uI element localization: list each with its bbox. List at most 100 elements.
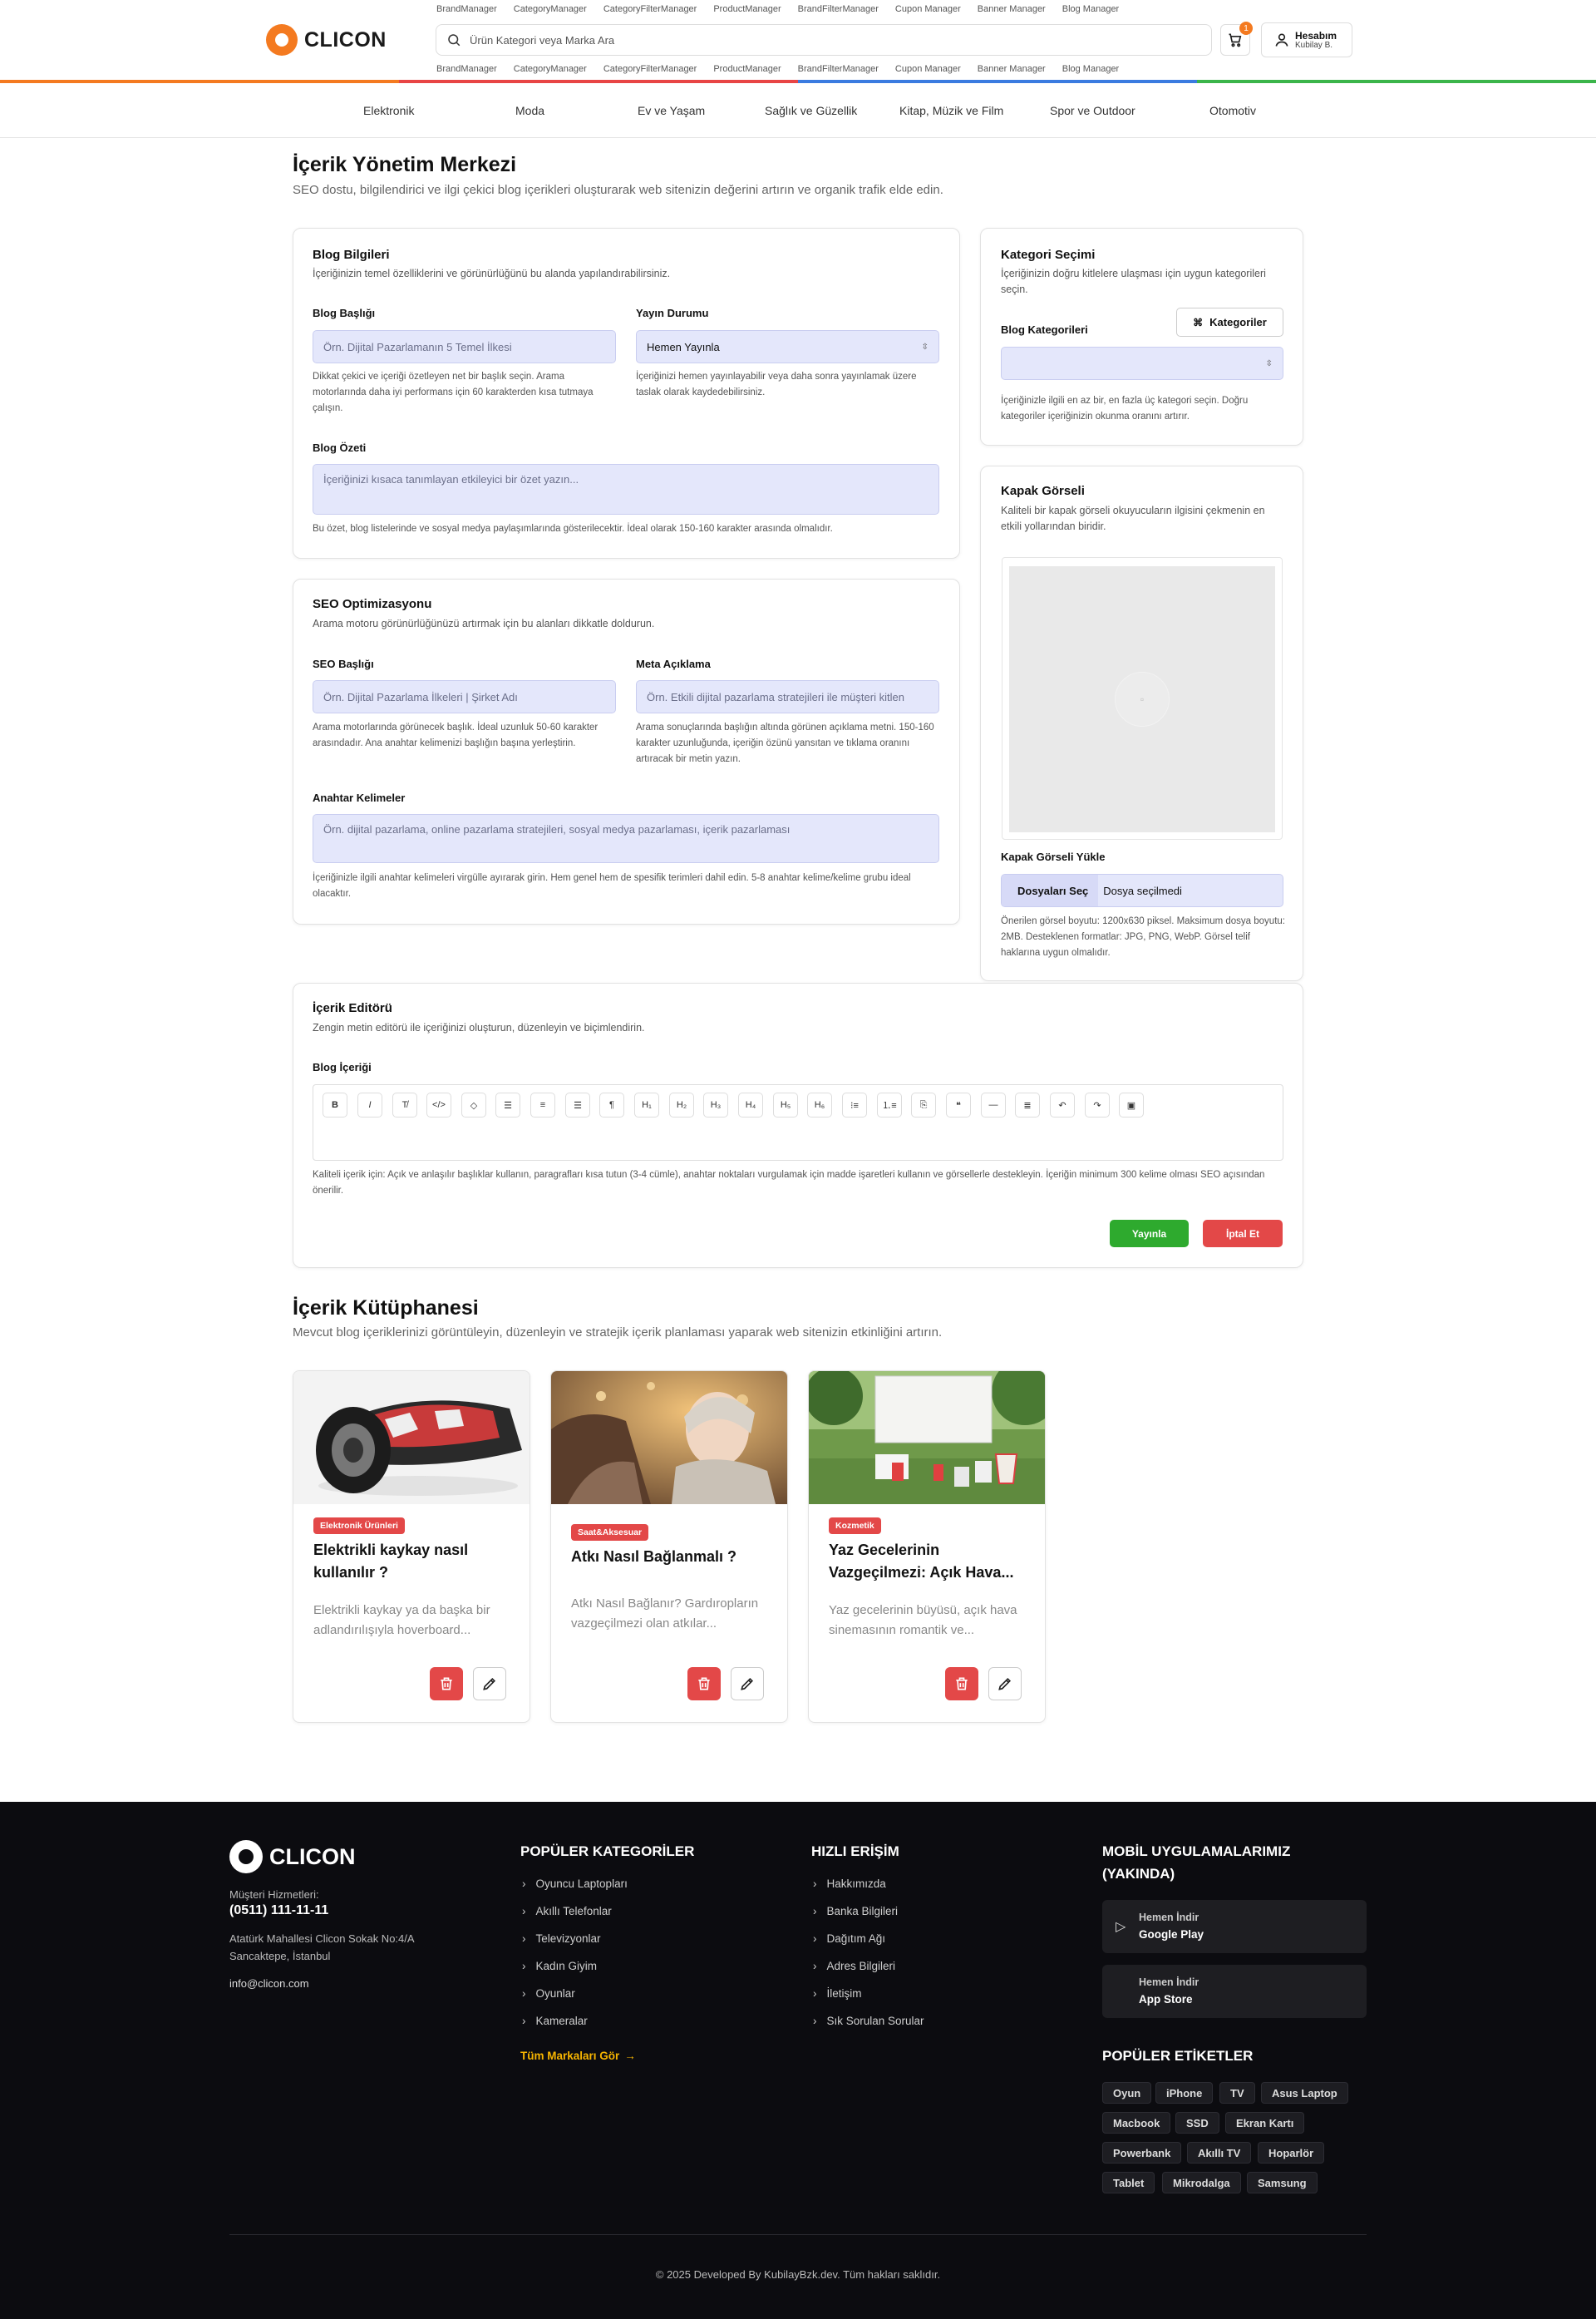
nav-cupon-manager-2[interactable]: Cupon Manager (895, 64, 961, 74)
tag-chip[interactable]: SSD (1175, 2112, 1219, 2134)
category-otomotiv[interactable]: Otomotiv (1209, 104, 1256, 117)
seo-title-input[interactable]: Örn. Dijital Pazarlama İlkeleri | Şirket… (313, 680, 616, 713)
tag-chip[interactable]: Hoparlör (1258, 2142, 1325, 2164)
category-moda[interactable]: Moda (515, 104, 544, 117)
publish-button[interactable]: Yayınla (1110, 1220, 1189, 1247)
account-button[interactable]: Hesabım Kubilay B. (1261, 22, 1352, 57)
footer-link[interactable]: › İletişim (813, 1987, 862, 2000)
cover-file-input[interactable]: Dosyaları Seç Dosya seçilmedi (1001, 874, 1283, 907)
nav-product-manager-2[interactable]: ProductManager (713, 64, 781, 74)
nav-category-filter-manager[interactable]: CategoryFilterManager (603, 4, 697, 14)
align-center-icon[interactable]: ≡ (530, 1093, 555, 1118)
code-icon[interactable]: </> (426, 1093, 451, 1118)
blog-categories-select[interactable]: ⇳ (1001, 347, 1283, 380)
tag-chip[interactable]: iPhone (1155, 2082, 1214, 2104)
tag-chip[interactable]: TV (1219, 2082, 1255, 2104)
image-icon[interactable]: ▣ (1119, 1093, 1144, 1118)
category-ev-yasam[interactable]: Ev ve Yaşam (638, 104, 705, 117)
italic-icon[interactable]: I (357, 1093, 382, 1118)
keywords-textarea[interactable]: Örn. dijital pazarlama, online pazarlama… (313, 814, 939, 863)
tag-chip[interactable]: Samsung (1247, 2172, 1318, 2193)
align-left-icon[interactable]: ☰ (495, 1093, 520, 1118)
category-spor-outdoor[interactable]: Spor ve Outdoor (1050, 104, 1135, 117)
blog-card[interactable]: Saat&Aksesuar Atkı Nasıl Bağlanmalı ? At… (550, 1370, 788, 1723)
nav-brand-filter-manager[interactable]: BrandFilterManager (798, 4, 879, 14)
blog-heading-input[interactable]: Örn. Dijital Pazarlamanın 5 Temel İlkesi (313, 330, 616, 363)
h2-icon[interactable]: H₂ (669, 1093, 694, 1118)
h4-icon[interactable]: H₄ (738, 1093, 763, 1118)
footer-link[interactable]: › Kameralar (522, 2015, 588, 2027)
cancel-button[interactable]: İptal Et (1203, 1220, 1283, 1247)
footer-link[interactable]: › Sık Sorulan Sorular (813, 2015, 924, 2027)
nav-category-manager[interactable]: CategoryManager (514, 4, 587, 14)
footer-email[interactable]: info@clicon.com (229, 1977, 309, 1990)
blog-card[interactable]: Elektronik Ürünleri Elektrikli kaykay na… (293, 1370, 530, 1723)
tag-chip[interactable]: Mikrodalga (1162, 2172, 1241, 2193)
h5-icon[interactable]: H₅ (773, 1093, 798, 1118)
delete-button[interactable] (945, 1667, 978, 1700)
delete-button[interactable] (687, 1667, 721, 1700)
category-elektronik[interactable]: Elektronik (363, 104, 414, 117)
footer-link[interactable]: › Akıllı Telefonlar (522, 1905, 612, 1917)
app-store-button[interactable]: Hemen İndir App Store (1102, 1965, 1367, 2018)
edit-button[interactable] (473, 1667, 506, 1700)
logo[interactable]: CLICON (266, 24, 387, 56)
nav-blog-manager-2[interactable]: Blog Manager (1062, 64, 1120, 74)
nav-brand-filter-manager-2[interactable]: BrandFilterManager (798, 64, 879, 74)
edit-button[interactable] (988, 1667, 1022, 1700)
footer-logo[interactable]: CLICON (229, 1840, 356, 1873)
footer-link[interactable]: › Oyunlar (522, 1987, 575, 2000)
category-saglik-guzellik[interactable]: Sağlık ve Güzellik (765, 104, 857, 117)
delete-button[interactable] (430, 1667, 463, 1700)
nav-brand-manager-2[interactable]: BrandManager (436, 64, 497, 74)
meta-description-input[interactable]: Örn. Etkili dijital pazarlama stratejile… (636, 680, 939, 713)
footer-link[interactable]: › Kadın Giyim (522, 1960, 597, 1972)
code-block-icon[interactable]: ⎘ (911, 1093, 936, 1118)
bullet-list-icon[interactable]: ⁝≡ (842, 1093, 867, 1118)
h1-icon[interactable]: H₁ (634, 1093, 659, 1118)
footer-link[interactable]: › Oyuncu Laptopları (522, 1877, 628, 1890)
nav-banner-manager[interactable]: Banner Manager (978, 4, 1046, 14)
horizontal-rule-icon[interactable]: — (981, 1093, 1006, 1118)
nav-blog-manager[interactable]: Blog Manager (1062, 4, 1120, 14)
choose-files-button[interactable]: Dosyaları Seç (1002, 875, 1099, 906)
tag-chip[interactable]: Macbook (1102, 2112, 1171, 2134)
tag-chip[interactable]: Oyun (1102, 2082, 1152, 2104)
nav-category-filter-manager-2[interactable]: CategoryFilterManager (603, 64, 697, 74)
categories-button[interactable]: ⌘ Kategoriler (1176, 308, 1283, 337)
blog-summary-textarea[interactable]: İçeriğinizi kısaca tanımlayan etkileyici… (313, 464, 939, 515)
bold-icon[interactable]: B (323, 1093, 347, 1118)
h6-icon[interactable]: H₆ (807, 1093, 832, 1118)
nav-cupon-manager[interactable]: Cupon Manager (895, 4, 961, 14)
ordered-list-icon[interactable]: ⒈≡ (877, 1093, 902, 1118)
strikethrough-icon[interactable]: ≣ (1015, 1093, 1040, 1118)
paragraph-icon[interactable]: ¶ (599, 1093, 624, 1118)
footer-link[interactable]: › Televizyonlar (522, 1932, 601, 1945)
footer-link[interactable]: › Dağıtım Ağı (813, 1932, 885, 1945)
align-right-icon[interactable]: ☰ (565, 1093, 590, 1118)
blog-card[interactable]: Kozmetik Yaz Gecelerinin Vazgeçilmezi: A… (808, 1370, 1046, 1723)
tag-chip[interactable]: Asus Laptop (1261, 2082, 1348, 2104)
footer-link[interactable]: › Adres Bilgileri (813, 1960, 895, 1972)
h3-icon[interactable]: H₃ (703, 1093, 728, 1118)
eraser-icon[interactable]: ◇ (461, 1093, 486, 1118)
footer-link[interactable]: › Hakkımızda (813, 1877, 886, 1890)
clear-format-icon[interactable]: T̸ (392, 1093, 417, 1118)
tag-chip[interactable]: Powerbank (1102, 2142, 1182, 2164)
google-play-button[interactable]: ▷ Hemen İndir Google Play (1102, 1900, 1367, 1953)
search-input[interactable]: Ürün Kategori veya Marka Ara (436, 24, 1212, 56)
nav-category-manager-2[interactable]: CategoryManager (514, 64, 587, 74)
publish-status-select[interactable]: Hemen Yayınla ⇳ (636, 330, 939, 363)
undo-icon[interactable]: ↶ (1050, 1093, 1075, 1118)
nav-brand-manager[interactable]: BrandManager (436, 4, 497, 14)
tag-chip[interactable]: Tablet (1102, 2172, 1155, 2193)
category-kitap-muzik-film[interactable]: Kitap, Müzik ve Film (899, 104, 1003, 117)
tag-chip[interactable]: Ekran Kartı (1225, 2112, 1305, 2134)
nav-product-manager[interactable]: ProductManager (713, 4, 781, 14)
redo-icon[interactable]: ↷ (1085, 1093, 1110, 1118)
edit-button[interactable] (731, 1667, 764, 1700)
tag-chip[interactable]: Akıllı TV (1187, 2142, 1252, 2164)
all-brands-link[interactable]: Tüm Markaları Gör → (520, 2050, 636, 2062)
quote-icon[interactable]: ❝ (946, 1093, 971, 1118)
footer-link[interactable]: › Banka Bilgileri (813, 1905, 898, 1917)
